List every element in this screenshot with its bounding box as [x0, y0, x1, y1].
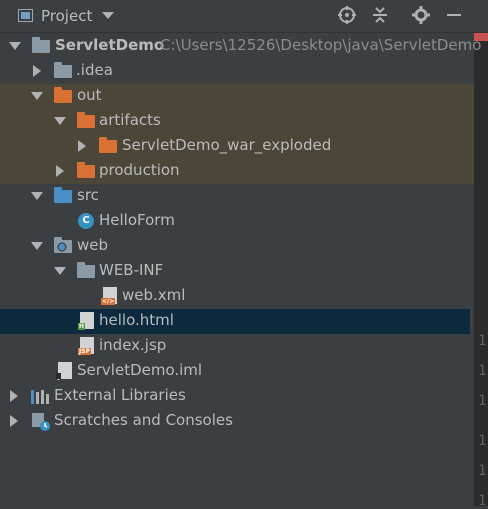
line-number: 1 [478, 393, 487, 409]
jsp-file-icon: JSP [78, 337, 94, 355]
tree-item-label: ServletDemo_war_exploded [122, 136, 332, 154]
project-toolbar: Project [0, 0, 488, 33]
chevron-down-icon[interactable] [9, 42, 21, 50]
tree-item-scratches[interactable]: Scratches and Consoles [0, 409, 474, 434]
chevron-right-icon[interactable] [10, 390, 18, 402]
target-icon[interactable] [337, 6, 357, 26]
tree-item-label: ServletDemo [55, 36, 165, 54]
chevron-right-icon[interactable] [78, 140, 86, 152]
tree-item-label: web [77, 236, 109, 254]
tree-item-external-libraries[interactable]: External Libraries [0, 384, 474, 409]
folder-icon [54, 62, 72, 78]
tree-item-label: index.jsp [99, 336, 167, 354]
line-number: 1 [478, 363, 487, 379]
collapse-icon[interactable] [370, 6, 390, 26]
chevron-right-icon[interactable] [56, 165, 64, 177]
chevron-down-icon[interactable] [31, 92, 43, 100]
tree-item-indexjsp[interactable]: JSP index.jsp [0, 334, 474, 359]
tree-item-path: C:\Users\12526\Desktop\java\ServletDemo [160, 36, 482, 54]
tree-item-label: Scratches and Consoles [54, 411, 233, 429]
scratches-icon [31, 412, 50, 431]
excluded-folder-icon [54, 87, 72, 103]
tree-item-idea[interactable]: .idea [0, 59, 474, 84]
tree-item-iml[interactable]: _ ServletDemo.iml [0, 359, 474, 384]
html-file-icon: H [78, 312, 94, 330]
tree-item-webinf[interactable]: WEB-INF [0, 259, 474, 284]
chevron-down-icon[interactable] [102, 12, 114, 19]
excluded-folder-icon [99, 137, 117, 153]
tree-item-war-exploded[interactable]: ServletDemo_war_exploded [0, 134, 474, 159]
java-class-icon: C [78, 213, 94, 229]
tree-item-label: ServletDemo.iml [77, 361, 203, 379]
libraries-icon [31, 388, 49, 404]
tree-item-webxml[interactable]: </> web.xml [0, 284, 474, 309]
chevron-right-icon[interactable] [33, 65, 41, 77]
tree-item-label: WEB-INF [99, 261, 164, 279]
tree-item-helloform[interactable]: C HelloForm [0, 209, 474, 234]
tree-item-production[interactable]: production [0, 159, 474, 184]
line-number: 1 [478, 493, 487, 509]
chevron-down-icon[interactable] [31, 242, 43, 250]
minimize-icon[interactable] [444, 6, 464, 26]
tree-item-label: External Libraries [54, 386, 186, 404]
tree-item-out[interactable]: out [0, 84, 474, 109]
project-view-title[interactable]: Project [41, 7, 92, 25]
line-number: 1 [478, 433, 487, 449]
line-number: 1 [478, 463, 487, 479]
tree-item-label: HelloForm [99, 211, 175, 229]
tree-item-label: production [99, 161, 180, 179]
tree-item-servletdemo[interactable]: ServletDemo C:\Users\12526\Desktop\java\… [0, 34, 481, 59]
tree-item-src[interactable]: src [0, 184, 474, 209]
tree-item-artifacts[interactable]: artifacts [0, 109, 474, 134]
tree-item-label: src [77, 186, 99, 204]
chevron-down-icon[interactable] [54, 117, 66, 125]
module-folder-icon [32, 37, 50, 53]
tree-item-web[interactable]: web [0, 234, 474, 259]
excluded-folder-icon [77, 162, 95, 178]
tree-item-label: hello.html [99, 311, 174, 329]
chevron-down-icon[interactable] [54, 267, 66, 275]
excluded-folder-icon [77, 112, 95, 128]
source-folder-icon [54, 187, 72, 203]
tree-item-hellohtml[interactable]: H hello.html [0, 309, 470, 334]
web-folder-icon [54, 237, 72, 253]
xml-file-icon: </> [101, 287, 117, 305]
iml-file-icon: _ [56, 362, 72, 380]
tree-item-label: .idea [76, 61, 113, 79]
folder-icon [77, 262, 95, 278]
chevron-down-icon[interactable] [31, 192, 43, 200]
tree-item-label: out [77, 86, 102, 104]
project-view-icon [18, 9, 33, 22]
line-number: 1 [478, 333, 487, 349]
gear-icon[interactable] [411, 6, 431, 26]
tree-item-label-name: idea [80, 61, 113, 79]
tree-item-label: web.xml [122, 286, 186, 304]
chevron-right-icon[interactable] [10, 415, 18, 427]
tree-item-label: artifacts [99, 111, 161, 129]
